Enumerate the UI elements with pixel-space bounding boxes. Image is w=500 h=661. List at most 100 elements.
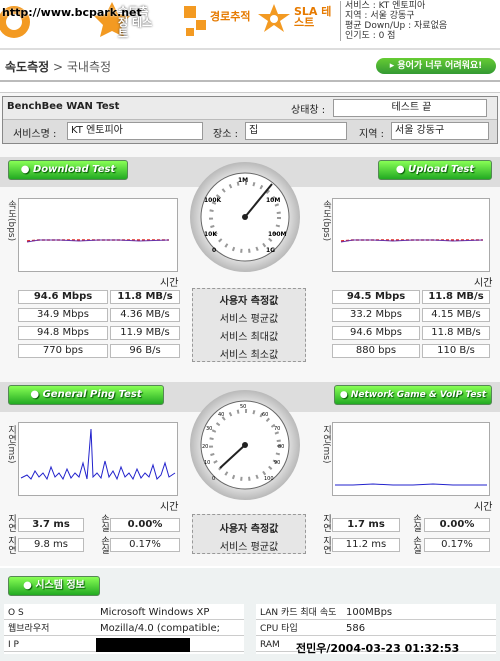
header-row2: 서비스명 : KT 엔토피아 장소 : 집 지역 : 서울 강동구 bbox=[3, 119, 497, 143]
sys-os-value: Microsoft Windows XP bbox=[100, 607, 210, 618]
info-service: 서비스 : KT 엔토피아 bbox=[345, 1, 426, 11]
upload-min-bytes: 110 B/s bbox=[422, 344, 490, 358]
sys-cpu-label: CPU 타입 bbox=[260, 624, 298, 634]
status-label: 상태창 : bbox=[291, 105, 326, 116]
system-button-label: 시스템 정보 bbox=[35, 580, 85, 591]
upload-min-bps: 880 bps bbox=[332, 344, 420, 358]
ping-user-loss: 0.00% bbox=[110, 518, 180, 532]
label-avg: 서비스 평균값 bbox=[219, 542, 279, 553]
place-label: 장소 : bbox=[213, 129, 238, 140]
download-min-bytes: 96 B/s bbox=[110, 344, 180, 358]
service-info: 서비스 : KT 엔토피아 지역 : 서울 강동구 평균 Down/Up : 자… bbox=[340, 1, 447, 41]
ping-avg-loss: 0.17% bbox=[110, 538, 180, 552]
ping-test-button[interactable]: ● General Ping Test bbox=[8, 385, 164, 405]
upload-button-label: Upload Test bbox=[408, 164, 475, 175]
game-user-delay: 1.7 ms bbox=[332, 518, 400, 532]
gauge2-tick: 0 bbox=[212, 476, 215, 482]
gauge2-tick: 30 bbox=[206, 426, 212, 432]
game-x-label: 시간 bbox=[474, 502, 493, 513]
gauge2-tick: 10 bbox=[204, 460, 210, 466]
service-label: 서비스명 : bbox=[13, 129, 57, 140]
dot-icon: ● bbox=[20, 164, 33, 175]
download-test-button[interactable]: ● Download Test bbox=[8, 160, 128, 180]
gauge2-tick: 60 bbox=[262, 412, 268, 418]
tab-route[interactable]: 경로추적 bbox=[180, 0, 260, 40]
gauge2-tick: 100 bbox=[264, 476, 274, 482]
sys-row-browser: 웹브라우저Mozilla/4.0 (compatible; MSIE bbox=[4, 622, 244, 648]
test-header: BenchBee WAN Test 상태창 : 테스트 끝 서비스명 : KT … bbox=[2, 96, 498, 144]
dot-icon: ● bbox=[23, 580, 36, 591]
upload-avg-bytes: 4.15 MB/s bbox=[422, 308, 490, 322]
dot-icon: ● bbox=[395, 164, 409, 175]
gauge2-tick: 70 bbox=[274, 426, 280, 432]
upload-user-bytes: 11.8 MB/s bbox=[422, 290, 490, 304]
game-loss-label: 손실 bbox=[411, 514, 421, 532]
breadcrumb-main: 속도측정 bbox=[5, 60, 50, 74]
center-labels-ping: 사용자 측정값 서비스 평균값 bbox=[192, 514, 306, 554]
breadcrumb-sub: 국내측정 bbox=[66, 60, 112, 74]
ping-delay-label: 지연 bbox=[6, 514, 16, 532]
sys-ip-label: I P bbox=[8, 640, 19, 650]
gauge1-tick: 100M bbox=[268, 231, 287, 238]
game-avg-loss: 0.17% bbox=[424, 538, 490, 552]
tab-sla-label: SLA 테스트 bbox=[294, 5, 332, 29]
download-graph bbox=[18, 198, 178, 272]
sys-row-lan: LAN 카드 최대 속도 100MBps bbox=[256, 606, 496, 620]
sla-icon bbox=[258, 4, 290, 32]
gauge2-tick: 90 bbox=[274, 460, 280, 466]
route-icon bbox=[184, 6, 206, 36]
gauge1-tick: 10M bbox=[266, 197, 280, 204]
sys-browser-label: 웹브라우저 bbox=[8, 624, 50, 634]
watermark: http://www.bcpark.net bbox=[2, 6, 142, 19]
download-x-label: 시간 bbox=[160, 278, 179, 289]
status-field: 테스트 끝 bbox=[333, 99, 487, 117]
system-left-table: O S Microsoft Windows XP 웹브라우저 Mozilla/4.0… bbox=[4, 604, 244, 654]
game-avg-delay: 11.2 ms bbox=[332, 538, 400, 552]
info-average: 평균 Down/Up : 자료없음 bbox=[345, 21, 448, 31]
tab-sla[interactable]: SLA 테스트 bbox=[258, 0, 338, 40]
ping-graph bbox=[18, 422, 178, 496]
region-field: 서울 강동구 bbox=[391, 122, 489, 140]
sys-ram-label: RAM bbox=[260, 640, 280, 650]
info-popularity: 인기도 : 0 점 bbox=[345, 31, 396, 41]
label-user: 사용자 측정값 bbox=[219, 524, 279, 535]
gauge1-tick: 100K bbox=[204, 197, 222, 204]
help-button-label: 용어가 너무 어려워요! bbox=[397, 61, 483, 71]
sys-lan-label: LAN 카드 최대 속도 bbox=[260, 608, 337, 618]
label-max: 서비스 최대값 bbox=[219, 332, 279, 343]
upload-test-button[interactable]: ● Upload Test bbox=[378, 160, 492, 180]
download-avg-bytes: 4.36 MB/s bbox=[110, 308, 180, 322]
upload-max-bps: 94.6 Mbps bbox=[332, 326, 420, 340]
ping-avg-delay: 9.8 ms bbox=[18, 538, 84, 552]
upload-avg-bps: 33.2 Mbps bbox=[332, 308, 420, 322]
game-button-label: Network Game & VoIP Test bbox=[350, 390, 487, 400]
system-info-button[interactable]: ● 시스템 정보 bbox=[8, 576, 100, 596]
game-user-loss: 0.00% bbox=[424, 518, 490, 532]
gauge2-tick: 50 bbox=[240, 404, 246, 410]
center-labels: 사용자 측정값 서비스 평균값 서비스 최대값 서비스 최소값 bbox=[192, 288, 306, 362]
divider bbox=[0, 48, 500, 50]
gauge2-tick: 20 bbox=[202, 444, 208, 450]
breadcrumb-sep: > bbox=[49, 60, 67, 74]
download-y-label: 속도(bps) bbox=[6, 200, 16, 242]
ping-y-label: 지연(ms) bbox=[6, 425, 16, 464]
sys-row-cpu: CPU 타입 586 bbox=[256, 622, 496, 636]
gauge1-tick: 10K bbox=[204, 231, 217, 238]
help-button[interactable]: ▸ 용어가 너무 어려워요! bbox=[376, 58, 496, 74]
download-max-bytes: 11.9 MB/s bbox=[110, 326, 180, 340]
place-field: 집 bbox=[245, 122, 347, 140]
dot-icon: ● bbox=[339, 390, 351, 400]
download-button-label: Download Test bbox=[32, 164, 116, 175]
download-user-bytes: 11.8 MB/s bbox=[110, 290, 180, 304]
gauge2-tick: 80 bbox=[278, 444, 284, 450]
download-min-bps: 770 bps bbox=[18, 344, 108, 358]
info-region: 지역 : 서울 강동구 bbox=[345, 11, 415, 21]
download-avg-bps: 34.9 Mbps bbox=[18, 308, 108, 322]
sys-os-label: O S bbox=[8, 608, 24, 618]
game-test-button[interactable]: ● Network Game & VoIP Test bbox=[334, 385, 492, 405]
download-max-bps: 94.8 Mbps bbox=[18, 326, 108, 340]
game-graph bbox=[332, 422, 490, 496]
sys-row-ip: I P bbox=[4, 638, 244, 652]
divider bbox=[0, 80, 500, 82]
region-label: 지역 : bbox=[359, 129, 384, 140]
